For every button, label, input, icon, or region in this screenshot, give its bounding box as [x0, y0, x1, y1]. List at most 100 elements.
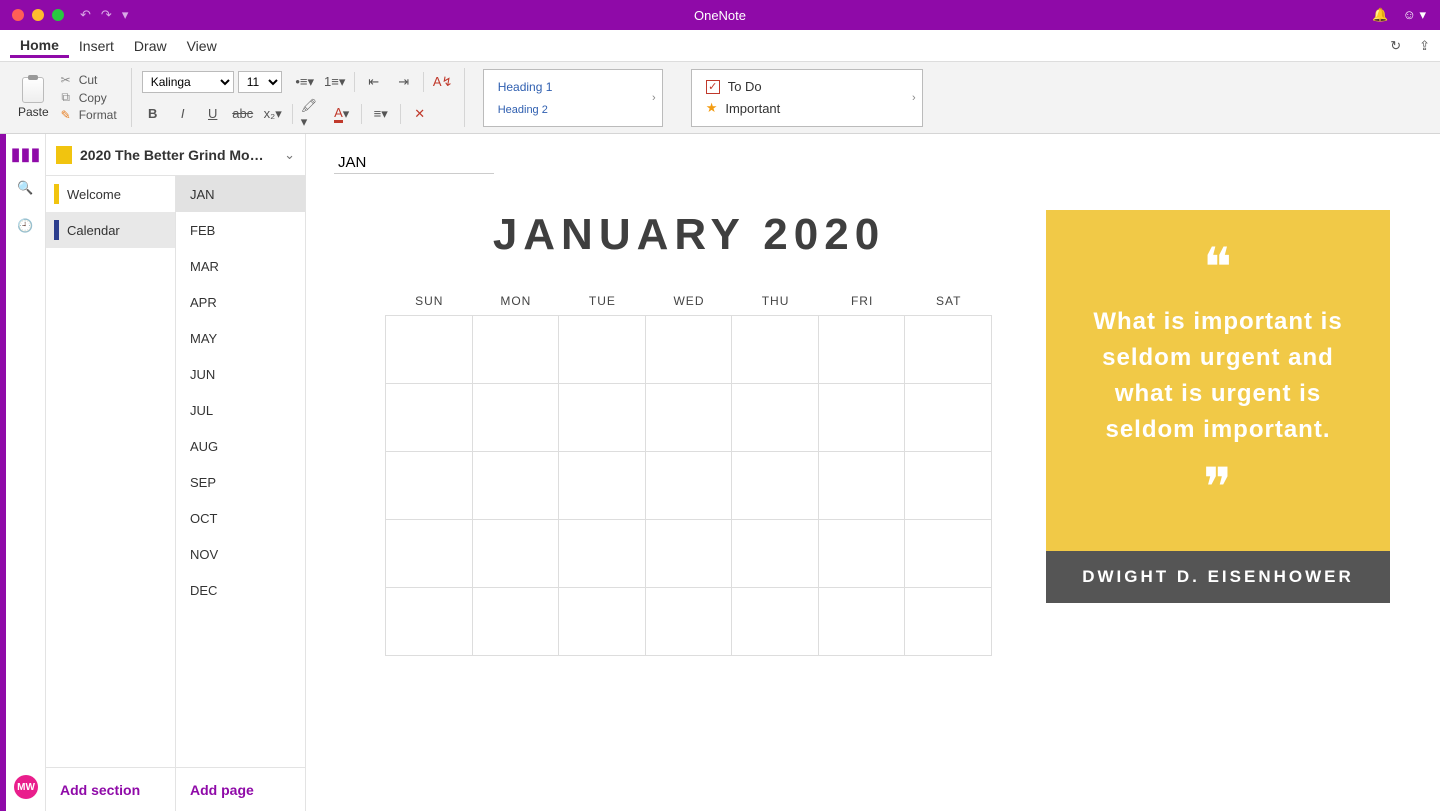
- underline-button[interactable]: U: [202, 103, 224, 125]
- style-heading1[interactable]: Heading 1: [498, 80, 648, 94]
- clear-format-button[interactable]: A↯: [432, 71, 454, 93]
- page-item[interactable]: JUN: [176, 356, 305, 392]
- search-icon[interactable]: 🔍: [17, 180, 33, 196]
- outdent-button[interactable]: ⇤: [363, 71, 385, 93]
- page-title-input[interactable]: [334, 152, 494, 174]
- notifications-icon[interactable]: 🔔: [1372, 7, 1388, 23]
- bold-button[interactable]: B: [142, 103, 164, 125]
- cut-button[interactable]: ✂Cut: [55, 72, 121, 88]
- page-canvas[interactable]: JANUARY 2020 SUNMONTUEWEDTHUFRISAT ❝ Wha…: [306, 134, 1440, 811]
- undo-icon[interactable]: ↶: [80, 7, 91, 23]
- strike-button[interactable]: abc: [232, 103, 254, 125]
- calendar-cell[interactable]: [385, 451, 473, 520]
- page-item[interactable]: APR: [176, 284, 305, 320]
- font-family-select[interactable]: Kalinga: [142, 71, 234, 93]
- calendar-cell[interactable]: [818, 587, 906, 656]
- page-item[interactable]: SEP: [176, 464, 305, 500]
- calendar-cell[interactable]: [645, 587, 733, 656]
- chevron-right-icon[interactable]: ›: [652, 92, 656, 104]
- calendar-cell[interactable]: [904, 451, 992, 520]
- calendar-cell[interactable]: [904, 519, 992, 588]
- calendar-cell[interactable]: [558, 519, 646, 588]
- style-heading2[interactable]: Heading 2: [498, 104, 648, 116]
- menu-home[interactable]: Home: [10, 33, 69, 58]
- user-avatar[interactable]: MW: [14, 775, 38, 799]
- align-button[interactable]: ≡▾: [370, 103, 392, 125]
- add-page-button[interactable]: Add page: [175, 768, 305, 811]
- tag-todo[interactable]: ✓ To Do: [706, 79, 908, 94]
- zoom-window[interactable]: [52, 9, 64, 21]
- page-item[interactable]: NOV: [176, 536, 305, 572]
- calendar-cell[interactable]: [558, 315, 646, 384]
- share-icon[interactable]: ⇪: [1419, 38, 1430, 54]
- add-section-button[interactable]: Add section: [46, 768, 175, 811]
- tag-important[interactable]: ★ Important: [706, 100, 908, 116]
- notebooks-icon[interactable]: ▮▮▮: [11, 144, 41, 165]
- menu-view[interactable]: View: [177, 34, 227, 58]
- notebook-header[interactable]: 2020 The Better Grind Mo… ⌄: [46, 134, 305, 176]
- indent-button[interactable]: ⇥: [393, 71, 415, 93]
- calendar-cell[interactable]: [472, 519, 560, 588]
- section-calendar[interactable]: Calendar: [46, 212, 175, 248]
- calendar-cell[interactable]: [385, 315, 473, 384]
- section-welcome[interactable]: Welcome: [46, 176, 175, 212]
- calendar-cell[interactable]: [731, 383, 819, 452]
- emoji-icon[interactable]: ☺ ▾: [1403, 7, 1426, 23]
- format-painter-button[interactable]: ✎Format: [55, 107, 121, 123]
- calendar-cell[interactable]: [645, 383, 733, 452]
- calendar-cell[interactable]: [385, 383, 473, 452]
- calendar-cell[interactable]: [645, 519, 733, 588]
- tags-gallery[interactable]: ✓ To Do ★ Important ›: [691, 69, 923, 127]
- calendar-cell[interactable]: [645, 451, 733, 520]
- font-size-select[interactable]: 11: [238, 71, 282, 93]
- sync-icon[interactable]: ↻: [1390, 38, 1401, 54]
- calendar-cell[interactable]: [558, 587, 646, 656]
- calendar-cell[interactable]: [385, 587, 473, 656]
- recent-icon[interactable]: 🕘: [17, 218, 33, 234]
- calendar-cell[interactable]: [558, 451, 646, 520]
- paste-icon[interactable]: [22, 77, 44, 103]
- italic-button[interactable]: I: [172, 103, 194, 125]
- calendar-cell[interactable]: [558, 383, 646, 452]
- calendar-cell[interactable]: [472, 315, 560, 384]
- qat-customize-icon[interactable]: ▾: [122, 7, 129, 23]
- page-item[interactable]: JAN: [176, 176, 305, 212]
- calendar-cell[interactable]: [472, 587, 560, 656]
- calendar-cell[interactable]: [904, 315, 992, 384]
- calendar-cell[interactable]: [818, 519, 906, 588]
- page-item[interactable]: MAY: [176, 320, 305, 356]
- chevron-down-icon[interactable]: ⌄: [284, 147, 295, 163]
- redo-icon[interactable]: ↷: [101, 7, 112, 23]
- page-item[interactable]: JUL: [176, 392, 305, 428]
- page-item[interactable]: DEC: [176, 572, 305, 608]
- page-item[interactable]: MAR: [176, 248, 305, 284]
- bullets-button[interactable]: •≡▾: [294, 71, 316, 93]
- calendar-cell[interactable]: [818, 383, 906, 452]
- menu-draw[interactable]: Draw: [124, 34, 177, 58]
- close-window[interactable]: [12, 9, 24, 21]
- calendar-cell[interactable]: [731, 315, 819, 384]
- calendar-cell[interactable]: [818, 315, 906, 384]
- page-item[interactable]: OCT: [176, 500, 305, 536]
- page-item[interactable]: AUG: [176, 428, 305, 464]
- numbering-button[interactable]: 1≡▾: [324, 71, 346, 93]
- chevron-right-icon[interactable]: ›: [912, 92, 916, 104]
- calendar-cell[interactable]: [472, 451, 560, 520]
- calendar-cell[interactable]: [645, 315, 733, 384]
- calendar-cell[interactable]: [904, 383, 992, 452]
- calendar-cell[interactable]: [904, 587, 992, 656]
- menu-insert[interactable]: Insert: [69, 34, 124, 58]
- page-item[interactable]: FEB: [176, 212, 305, 248]
- calendar-cell[interactable]: [818, 451, 906, 520]
- calendar-cell[interactable]: [385, 519, 473, 588]
- highlight-button[interactable]: 🖍▾: [301, 103, 323, 125]
- delete-button[interactable]: ✕: [409, 103, 431, 125]
- subscript-button[interactable]: x₂▾: [262, 103, 284, 125]
- copy-button[interactable]: ⧉Copy: [55, 89, 121, 106]
- calendar-cell[interactable]: [731, 451, 819, 520]
- calendar-cell[interactable]: [731, 587, 819, 656]
- calendar-cell[interactable]: [472, 383, 560, 452]
- font-color-button[interactable]: A▾: [331, 103, 353, 125]
- styles-gallery[interactable]: Heading 1 Heading 2 ›: [483, 69, 663, 127]
- minimize-window[interactable]: [32, 9, 44, 21]
